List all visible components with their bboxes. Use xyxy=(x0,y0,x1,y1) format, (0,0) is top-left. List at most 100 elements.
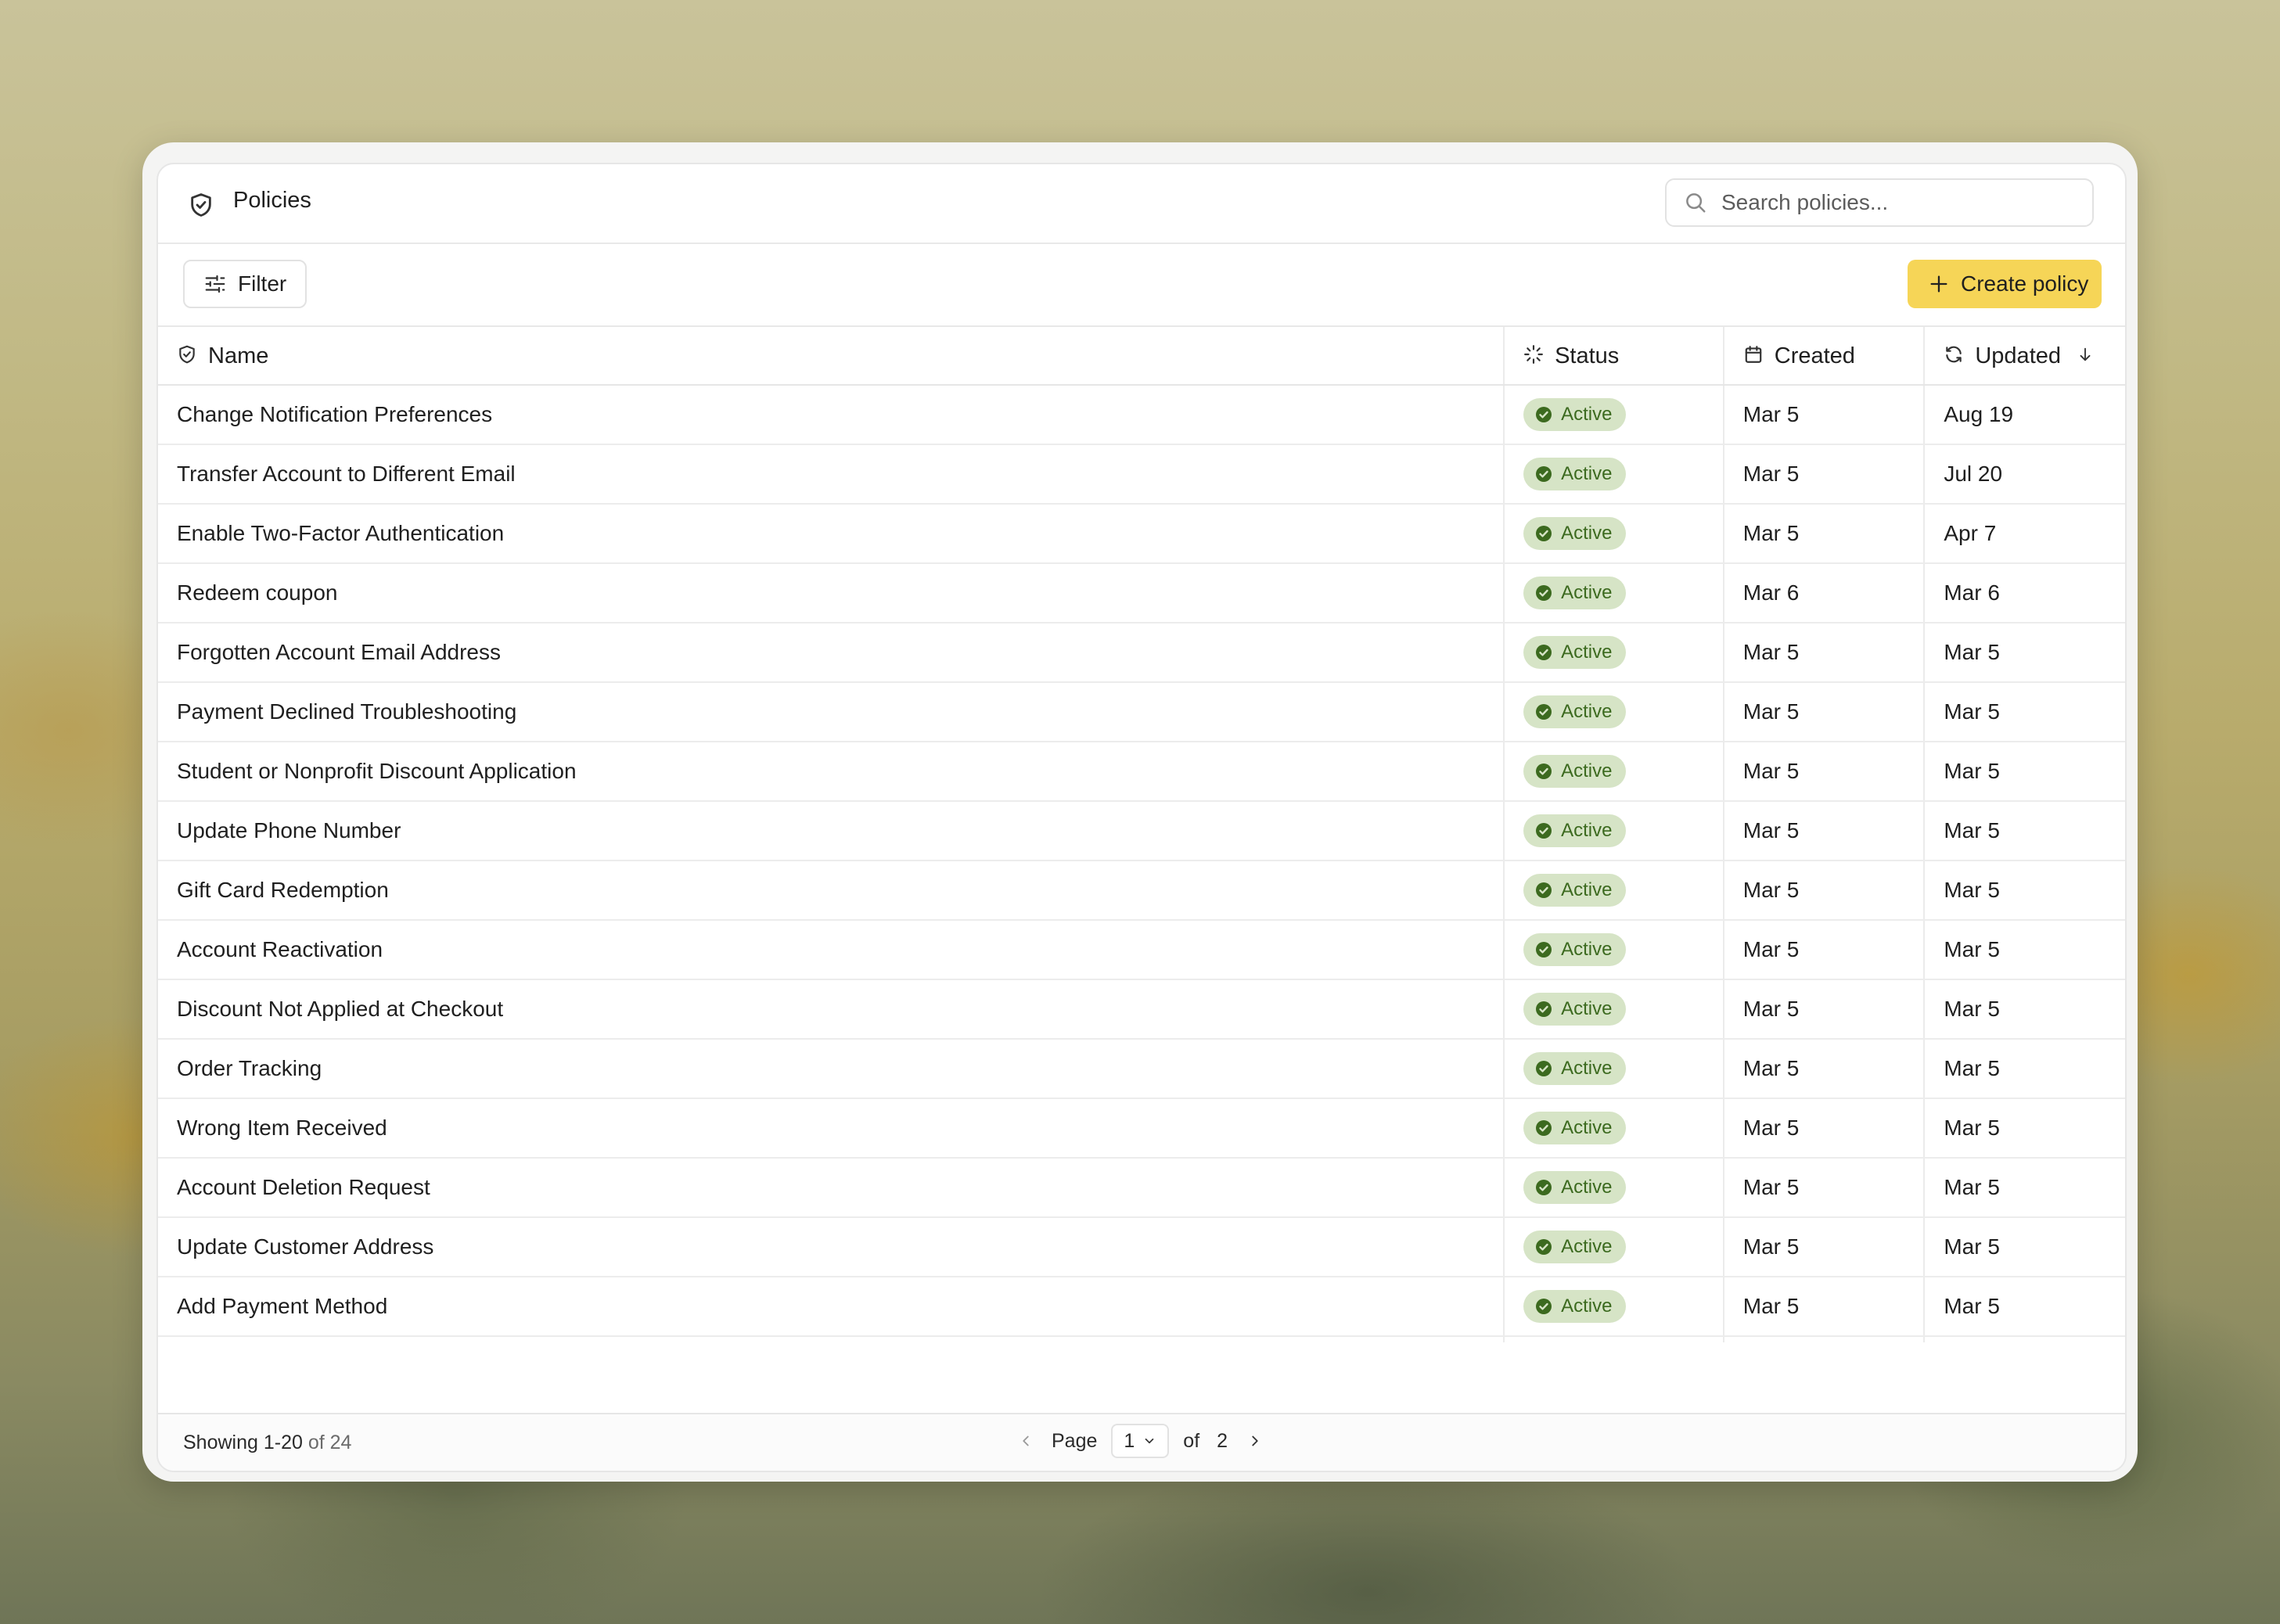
page-title: Policies xyxy=(233,188,311,213)
check-circle-icon xyxy=(1536,1299,1552,1314)
status-label: Active xyxy=(1561,998,1613,1019)
policy-status-cell: Active xyxy=(1504,1217,1724,1277)
policy-updated-cell: Mar 5 xyxy=(1924,1158,2125,1218)
created-date: Mar 5 xyxy=(1742,937,1800,961)
policy-name-cell[interactable]: Wrong Item Received xyxy=(158,1098,1505,1159)
policy-updated-cell: Mar 5 xyxy=(1924,1098,2125,1159)
total-pages: 2 xyxy=(1217,1429,1228,1452)
status-badge: Active xyxy=(1523,1112,1627,1144)
table-row[interactable]: Account Login IssuesActiveMar 5Mar 5 xyxy=(158,1336,2125,1342)
policy-name-cell[interactable]: Order Tracking xyxy=(158,1039,1505,1099)
table-row[interactable]: Student or Nonprofit Discount Applicatio… xyxy=(158,742,2125,802)
search-box[interactable] xyxy=(1665,178,2094,227)
policy-name-cell[interactable]: Update Phone Number xyxy=(158,801,1505,861)
table-row[interactable]: Transfer Account to Different Email Activ… xyxy=(158,444,2125,505)
policy-status-cell: Active xyxy=(1504,444,1724,505)
table-row[interactable]: Account Reactivation Active Mar 5 Mar 5 xyxy=(158,920,2125,980)
table-row[interactable]: Account Deletion Request Active Mar 5 Mar 5 xyxy=(158,1158,2125,1218)
status-label: Active xyxy=(1561,582,1613,603)
status-label: Active xyxy=(1561,879,1613,900)
policy-name-cell[interactable]: Account Deletion Request xyxy=(158,1158,1505,1218)
check-circle-icon xyxy=(1536,882,1552,898)
status-badge: Active xyxy=(1523,933,1627,966)
policy-name-cell[interactable]: Add Payment Method xyxy=(158,1277,1505,1337)
table-row[interactable]: Add Payment Method Active Mar 5 Mar 5 xyxy=(158,1277,2125,1337)
column-header-updated[interactable]: Updated xyxy=(1924,327,2125,386)
policy-name-cell[interactable]: Enable Two-Factor Authentication xyxy=(158,504,1505,564)
policy-updated-cell: Apr 7 xyxy=(1924,504,2125,564)
check-circle-icon xyxy=(1536,1001,1552,1017)
status-badge: Active xyxy=(1523,1231,1627,1263)
sliders-icon xyxy=(205,275,225,293)
policy-name-cell[interactable]: Redeem coupon xyxy=(158,563,1505,623)
table-row[interactable]: Gift Card Redemption Active Mar 5 Mar 5 xyxy=(158,861,2125,921)
column-header-name[interactable]: Name xyxy=(158,327,1505,386)
policy-name-cell[interactable]: Update Customer Address xyxy=(158,1217,1505,1277)
policy-name-cell[interactable]: Forgotten Account Email Address xyxy=(158,623,1505,683)
filter-button[interactable]: Filter xyxy=(183,260,307,308)
policy-name-cell[interactable]: Discount Not Applied at Checkout xyxy=(158,979,1505,1040)
policy-name-cell[interactable]: Student or Nonprofit Discount Applicatio… xyxy=(158,742,1505,802)
check-circle-icon xyxy=(1536,942,1552,958)
policy-name-cell[interactable]: Transfer Account to Different Email xyxy=(158,444,1505,505)
table-row[interactable]: Wrong Item Received Active Mar 5 Mar 5 xyxy=(158,1098,2125,1159)
check-circle-icon xyxy=(1536,763,1552,779)
status-badge: Active xyxy=(1523,755,1627,788)
table-row[interactable]: Change Notification Preferences Active Mar… xyxy=(158,385,2125,445)
status-label: Active xyxy=(1561,701,1613,722)
check-circle-icon xyxy=(1536,1120,1552,1136)
policy-name-cell[interactable]: Account Reactivation xyxy=(158,920,1505,980)
policy-updated-cell: Mar 5 xyxy=(1924,1277,2125,1337)
column-header-created[interactable]: Created xyxy=(1723,327,1926,386)
status-badge: Active xyxy=(1523,993,1627,1026)
status-label: Active xyxy=(1561,1117,1613,1138)
updated-date: Mar 5 xyxy=(1944,997,2000,1021)
created-date: Mar 5 xyxy=(1742,521,1800,545)
status-label: Active xyxy=(1561,404,1613,425)
create-policy-button[interactable]: Create policy xyxy=(1908,260,2102,308)
created-date: Mar 5 xyxy=(1742,1056,1800,1080)
table-row[interactable]: Redeem coupon Active Mar 6 Mar 6 xyxy=(158,563,2125,623)
status-label: Active xyxy=(1561,1295,1613,1317)
chevron-right-icon[interactable] xyxy=(1246,1432,1264,1450)
arrow-down-icon[interactable] xyxy=(2077,346,2094,363)
policy-created-cell: Mar 5 xyxy=(1723,801,1926,861)
column-header-status-label: Status xyxy=(1555,343,1620,368)
policy-name-cell[interactable]: Change Notification Preferences xyxy=(158,385,1505,445)
page-label: Page xyxy=(1052,1429,1098,1452)
created-date: Mar 5 xyxy=(1742,402,1800,426)
policy-name-cell[interactable]: Account Login Issues xyxy=(158,1336,1505,1342)
table-row[interactable]: Payment Declined Troubleshooting Active Ma… xyxy=(158,682,2125,742)
status-badge: Active xyxy=(1523,1290,1627,1323)
column-header-status[interactable]: Status xyxy=(1504,327,1724,386)
status-label: Active xyxy=(1561,820,1613,841)
policy-name-cell[interactable]: Gift Card Redemption xyxy=(158,861,1505,921)
chevron-left-icon[interactable] xyxy=(1017,1432,1034,1450)
status-badge: Active xyxy=(1523,695,1627,728)
policy-status-cell: Active xyxy=(1504,385,1724,445)
status-badge: Active xyxy=(1523,814,1627,847)
table-row[interactable]: Order Tracking Active Mar 5 Mar 5 xyxy=(158,1039,2125,1099)
policy-name-cell[interactable]: Payment Declined Troubleshooting xyxy=(158,682,1505,742)
table-row[interactable]: Update Customer Address Active Mar 5 Mar 5 xyxy=(158,1217,2125,1277)
table-row[interactable]: Discount Not Applied at Checkout Active Ma… xyxy=(158,979,2125,1040)
status-label: Active xyxy=(1561,641,1613,663)
policy-created-cell: Mar 5 xyxy=(1723,979,1926,1040)
table-row[interactable]: Enable Two-Factor Authentication Active Ma… xyxy=(158,504,2125,564)
policy-name: Update Customer Address xyxy=(177,1234,434,1259)
page-select[interactable]: 1 xyxy=(1111,1424,1170,1458)
table-row[interactable]: Forgotten Account Email Address Active Mar… xyxy=(158,623,2125,683)
created-date: Mar 5 xyxy=(1742,640,1800,664)
policy-status-cell: Active xyxy=(1504,742,1724,802)
policies-table-container[interactable]: Name Status Created Updated Change Notif… xyxy=(158,327,2125,1342)
check-circle-icon xyxy=(1536,1180,1552,1195)
policy-created-cell: Mar 5 xyxy=(1723,385,1926,445)
created-date: Mar 5 xyxy=(1742,818,1800,843)
loader-icon xyxy=(1524,345,1544,364)
policy-name: Add Payment Method xyxy=(177,1294,388,1318)
search-input[interactable] xyxy=(1720,189,2067,216)
table-row[interactable]: Update Phone Number Active Mar 5 Mar 5 xyxy=(158,801,2125,861)
of-label: of xyxy=(1183,1429,1200,1452)
status-badge: Active xyxy=(1523,517,1627,550)
refresh-icon xyxy=(1946,346,1962,363)
